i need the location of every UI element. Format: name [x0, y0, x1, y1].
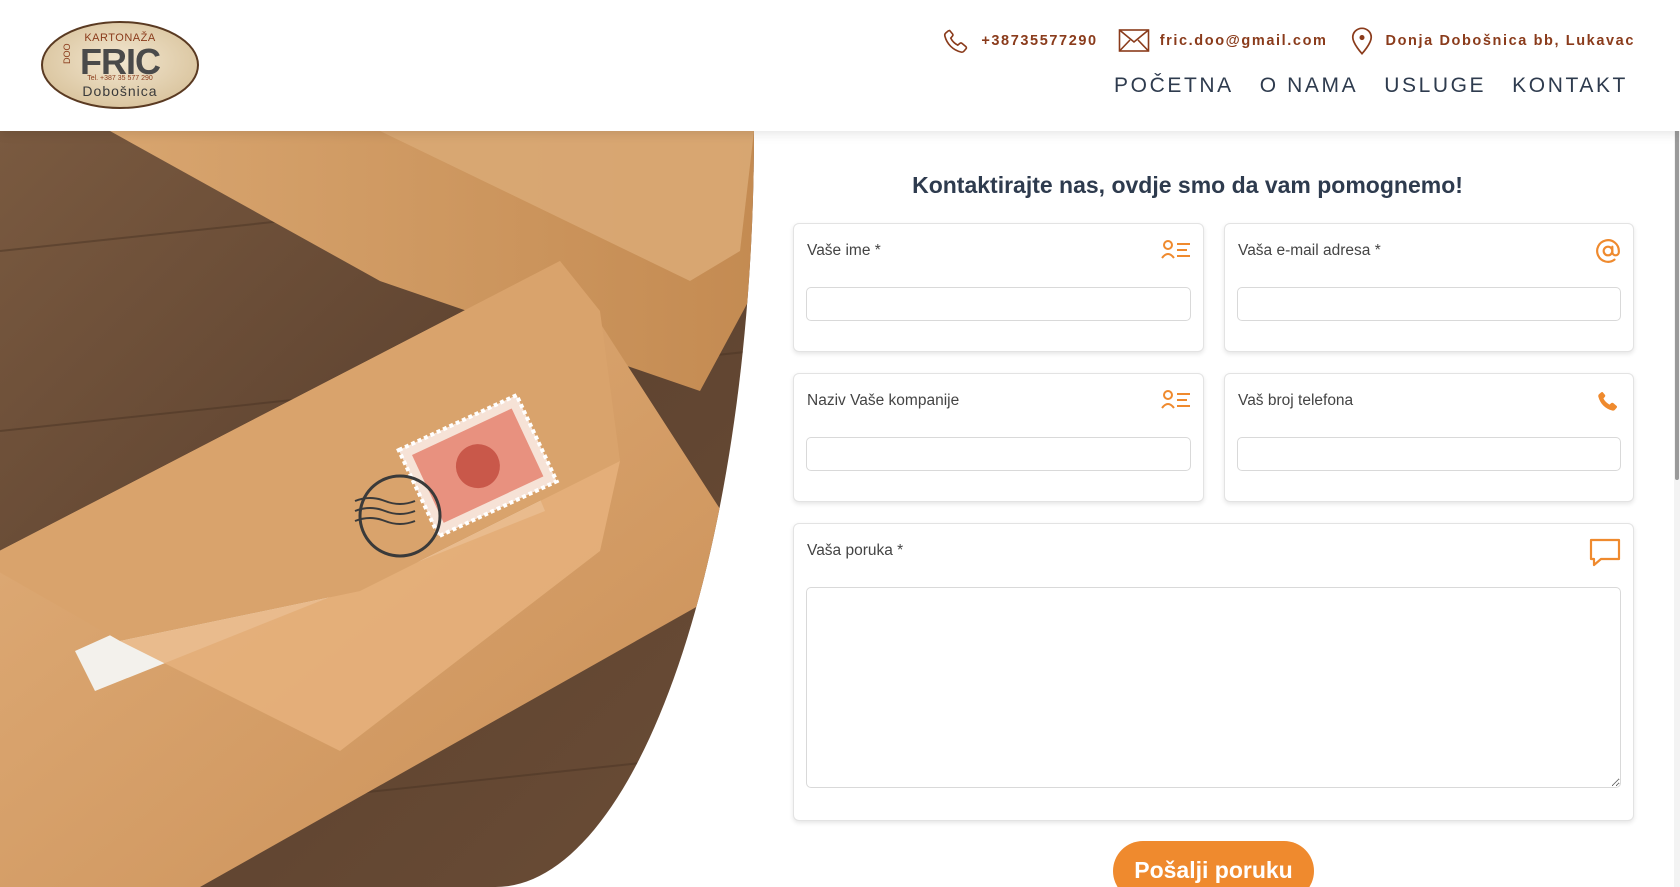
email-field-label: Vaša e-mail adresa * [1238, 242, 1381, 259]
nav-item-o-nama[interactable]: O NAMA [1260, 74, 1358, 98]
name-field-label: Vaše ime * [807, 242, 881, 259]
phone-number: +38735577290 [981, 33, 1098, 49]
nav-item-pocetna[interactable]: POČETNA [1114, 74, 1234, 98]
message-field-card: Vaša poruka * [793, 523, 1634, 821]
site-header: KARTONAŽA FRIC DOO Tel. +387 35 577 290 … [0, 0, 1680, 131]
logo-tel: Tel. +387 35 577 290 [87, 75, 153, 82]
email-address: fric.doo@gmail.com [1159, 33, 1328, 49]
form-title: Kontaktirajte nas, ovdje smo da vam pomo… [912, 172, 1463, 198]
nav-item-usluge[interactable]: USLUGE [1384, 74, 1486, 98]
phone-input[interactable] [1237, 437, 1621, 471]
message-textarea[interactable] [806, 587, 1621, 788]
mail-icon [1118, 29, 1150, 52]
phone-icon [944, 29, 968, 53]
company-field-label: Naziv Vaše kompanije [807, 392, 960, 409]
email-input[interactable] [1237, 287, 1621, 321]
location-pin-icon [1351, 27, 1372, 55]
main-nav: POČETNA O NAMA USLUGE KONTAKT [1114, 74, 1628, 98]
envelope-illustration [0, 131, 754, 887]
hero-envelope-image [0, 131, 754, 887]
at-sign-icon [1596, 239, 1620, 263]
contact-info-bar: +38735577290 fric.doo@gmail.com Donja Do… [941, 26, 1635, 56]
address-text: Donja Dobošnica bb, Lukavac [1385, 33, 1635, 49]
contact-email[interactable]: fric.doo@gmail.com [1118, 28, 1328, 54]
phone-field-label: Vaš broj telefona [1238, 392, 1354, 409]
company-logo[interactable]: KARTONAŽA FRIC DOO Tel. +387 35 577 290 … [40, 20, 200, 110]
logo-doo: DOO [62, 43, 72, 64]
logo-place: Dobošnica [82, 83, 158, 99]
phone-field-card: Vaš broj telefona [1224, 373, 1634, 502]
nav-item-kontakt[interactable]: KONTAKT [1512, 74, 1628, 98]
page-scrollbar[interactable] [1674, 0, 1680, 887]
contact-address[interactable]: Donja Dobošnica bb, Lukavac [1348, 26, 1635, 56]
contact-phone[interactable]: +38735577290 [941, 26, 1097, 56]
company-field-card: Naziv Vaše kompanije [793, 373, 1204, 502]
person-list-icon [1161, 240, 1190, 259]
person-list-icon [1161, 390, 1190, 409]
email-field-card: Vaša e-mail adresa * [1224, 223, 1634, 352]
name-input[interactable] [806, 287, 1191, 321]
company-input[interactable] [806, 437, 1191, 471]
name-field-card: Vaše ime * [793, 223, 1204, 352]
send-message-button[interactable]: Pošalji poruku [1113, 841, 1314, 887]
message-icon [1589, 538, 1621, 567]
phone-icon [1598, 391, 1618, 411]
message-field-label: Vaša poruka * [807, 542, 904, 559]
